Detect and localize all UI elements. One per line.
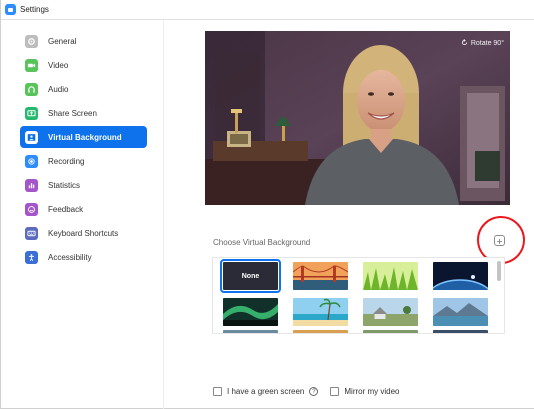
sidebar-item-audio[interactable]: Audio (20, 78, 147, 100)
headphones-icon (25, 82, 38, 96)
background-thumb-mountain[interactable] (433, 298, 488, 326)
choose-virtual-background-label: Choose Virtual Background (213, 238, 311, 247)
video-camera-icon (25, 58, 38, 72)
sidebar-item-label: Recording (48, 156, 85, 166)
sidebar-item-label: Video (48, 60, 69, 70)
sidebar-item-label: General (48, 36, 77, 46)
sidebar-item-label: Keyboard Shortcuts (48, 228, 119, 238)
background-thumb-partial[interactable] (293, 330, 348, 333)
sidebar-item-accessibility[interactable]: Accessibility (20, 246, 147, 268)
video-options: I have a green screen ? Mirror my video (213, 387, 400, 396)
person-background-icon (25, 130, 38, 144)
sidebar-item-label: Virtual Background (48, 132, 122, 142)
sidebar-item-label: Accessibility (48, 252, 92, 262)
sidebar-item-general[interactable]: General (20, 30, 147, 52)
settings-window: Settings General Video Audio Share Scree… (0, 0, 534, 409)
background-thumb-partial[interactable] (433, 330, 488, 333)
sidebar-item-label: Feedback (48, 204, 84, 214)
background-thumb-grass[interactable] (363, 262, 418, 290)
sidebar-item-keyboard-shortcuts[interactable]: Keyboard Shortcuts (20, 222, 147, 244)
record-icon (25, 154, 38, 168)
green-screen-label: I have a green screen (227, 387, 305, 396)
background-thumb-aurora[interactable] (223, 298, 278, 326)
sidebar-item-recording[interactable]: Recording (20, 150, 147, 172)
virtual-background-gallery: None (212, 257, 505, 334)
window-title: Settings (20, 5, 49, 14)
smiley-icon (25, 202, 38, 216)
background-thumb-beach[interactable] (293, 298, 348, 326)
background-thumb-golden-gate[interactable] (293, 262, 348, 290)
gear-icon (25, 34, 38, 48)
camera-preview-image (205, 31, 510, 205)
background-thumb-house[interactable] (363, 298, 418, 326)
settings-sidebar: General Video Audio Share Screen Virtual… (1, 21, 164, 409)
title-bar: Settings (1, 0, 534, 20)
camera-preview: Rotate 90° (205, 31, 510, 205)
add-image-button[interactable] (494, 235, 505, 246)
zoom-app-icon (5, 4, 16, 15)
sidebar-item-feedback[interactable]: Feedback (20, 198, 147, 220)
keyboard-icon (25, 226, 38, 240)
none-label: None (241, 272, 260, 280)
plus-icon (496, 232, 503, 250)
gallery-scrollbar[interactable] (497, 261, 501, 281)
sidebar-item-virtual-background[interactable]: Virtual Background (20, 126, 147, 148)
mirror-video-checkbox[interactable] (330, 387, 340, 396)
background-thumb-none[interactable]: None (220, 259, 281, 293)
sidebar-item-label: Statistics (48, 180, 81, 190)
sidebar-item-statistics[interactable]: Statistics (20, 174, 147, 196)
accessibility-icon (25, 250, 38, 264)
rotate-icon (461, 39, 468, 48)
rotate-label: Rotate 90° (470, 40, 504, 47)
green-screen-checkbox[interactable] (213, 387, 222, 396)
background-thumb-partial[interactable] (363, 330, 418, 333)
background-thumb-earth[interactable] (433, 262, 488, 290)
virtual-background-panel: Rotate 90° Choose Virtual Background Non… (165, 21, 534, 409)
sidebar-item-video[interactable]: Video (20, 54, 147, 76)
sidebar-item-label: Share Screen (48, 108, 97, 118)
rotate-90-button[interactable]: Rotate 90° (461, 39, 504, 48)
sidebar-item-label: Audio (48, 84, 69, 94)
bar-chart-icon (25, 178, 38, 192)
mirror-video-label: Mirror my video (344, 387, 400, 396)
help-icon[interactable]: ? (309, 387, 319, 396)
sidebar-item-share-screen[interactable]: Share Screen (20, 102, 147, 124)
background-thumb-partial[interactable] (223, 330, 278, 333)
share-screen-icon (25, 106, 38, 120)
